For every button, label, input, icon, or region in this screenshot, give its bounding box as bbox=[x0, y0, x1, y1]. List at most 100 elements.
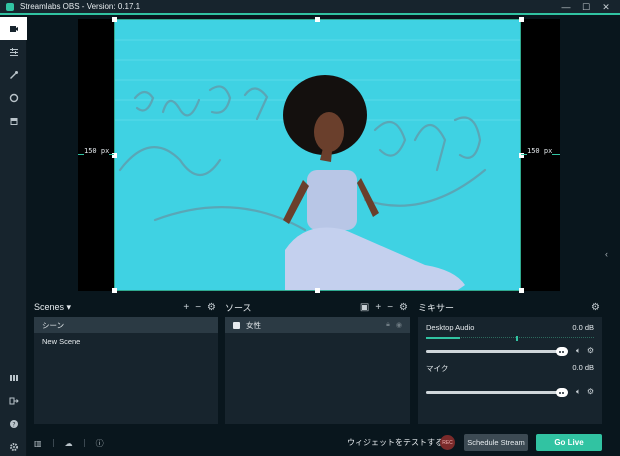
scenes-list: シーン New Scene bbox=[34, 317, 218, 424]
mixer-channel-mic: マイク 0.0 dB 🔈︎ ⚙ bbox=[418, 357, 602, 397]
record-button[interactable]: REC bbox=[440, 435, 455, 450]
scene-item[interactable]: シーン bbox=[34, 317, 218, 333]
mixer-settings-icon bbox=[9, 47, 18, 56]
photo-graphic bbox=[115, 20, 520, 290]
scene-item[interactable]: New Scene bbox=[34, 333, 218, 349]
divider bbox=[52, 439, 54, 447]
remove-scene-button[interactable]: − bbox=[195, 302, 201, 313]
nav-logout[interactable] bbox=[0, 389, 27, 412]
performance-stats-icon[interactable]: ▥ bbox=[34, 439, 42, 448]
audio-level-meter bbox=[426, 336, 594, 341]
mixer-channel-desktop-audio: Desktop Audio 0.0 dB 🔈︎ ⚙ bbox=[418, 317, 602, 357]
source-settings-gear-icon[interactable]: ⚙ bbox=[399, 302, 408, 313]
mixer-toolbar: ⚙ bbox=[591, 302, 600, 313]
logout-icon bbox=[9, 397, 19, 404]
image-source-icon bbox=[233, 321, 240, 329]
channel-db: 0.0 dB bbox=[572, 323, 594, 332]
nav-studio-editor[interactable] bbox=[0, 17, 27, 40]
volume-slider[interactable] bbox=[426, 347, 568, 356]
info-icon[interactable]: ⓘ bbox=[96, 438, 104, 449]
source-item[interactable]: 女性 🔒︎ ◉ bbox=[225, 317, 410, 333]
resize-handle-top-right[interactable] bbox=[519, 17, 524, 22]
mixer-dock: ミキサー ⚙ Desktop Audio 0.0 dB 🔈︎ ⚙ マイク 0.0… bbox=[418, 297, 605, 427]
chevron-left-icon[interactable]: ‹ bbox=[605, 249, 608, 259]
chat-icon bbox=[9, 93, 18, 102]
letterbox-right bbox=[521, 19, 560, 291]
scene-item-label: New Scene bbox=[42, 336, 81, 346]
volume-knob[interactable] bbox=[555, 347, 568, 356]
divider bbox=[83, 439, 85, 447]
footer-bar: ▥ ☁ ⓘ ウィジェットをテストする REC Schedule Stream G… bbox=[27, 430, 620, 456]
test-widgets-button[interactable]: ウィジェットをテストする bbox=[347, 437, 443, 448]
left-navigation: ? bbox=[0, 17, 27, 456]
nav-help[interactable]: ? bbox=[0, 412, 27, 435]
letterbox-left bbox=[78, 19, 114, 291]
settings-icon bbox=[9, 442, 18, 451]
window-title: Streamlabs OBS - Version: 0.17.1 bbox=[20, 2, 141, 11]
volume-knob[interactable] bbox=[555, 388, 568, 397]
sources-list: 女性 🔒︎ ◉ bbox=[225, 317, 410, 424]
visibility-eye-icon[interactable]: ◉ bbox=[396, 321, 402, 329]
themes-icon bbox=[9, 70, 18, 79]
studio-editor-icon bbox=[9, 25, 18, 32]
scenes-toolbar: + − ⚙ bbox=[183, 302, 216, 313]
help-icon: ? bbox=[9, 419, 18, 428]
lock-icon[interactable]: 🔒︎ bbox=[386, 321, 390, 329]
speaker-icon[interactable]: 🔈︎ bbox=[576, 346, 581, 356]
sources-header: ソース ▣ + − ⚙ bbox=[218, 297, 413, 317]
schedule-stream-button[interactable]: Schedule Stream bbox=[464, 434, 528, 451]
minimize-button[interactable]: — bbox=[556, 1, 576, 13]
channel-gear-icon[interactable]: ⚙ bbox=[587, 346, 594, 356]
sources-toolbar: ▣ + − ⚙ bbox=[360, 302, 408, 313]
channel-db: 0.0 dB bbox=[572, 363, 594, 372]
right-distance-label: 150 px bbox=[527, 147, 553, 155]
svg-text:?: ? bbox=[12, 421, 15, 428]
dashboard-icon[interactable]: ☁ bbox=[65, 439, 73, 448]
close-button[interactable]: ✕ bbox=[596, 1, 616, 13]
nav-store[interactable] bbox=[0, 109, 27, 132]
streamlabs-logo-icon bbox=[6, 2, 14, 11]
mixer-title: ミキサー bbox=[418, 302, 455, 313]
scene-settings-gear-icon[interactable]: ⚙ bbox=[207, 302, 216, 313]
nav-chat[interactable] bbox=[0, 86, 27, 109]
channel-gear-icon[interactable]: ⚙ bbox=[587, 387, 594, 397]
go-live-button[interactable]: Go Live bbox=[536, 434, 602, 451]
meter-peak bbox=[516, 336, 518, 341]
meter-level bbox=[426, 337, 460, 339]
remove-source-button[interactable]: − bbox=[387, 302, 393, 313]
nav-themes[interactable] bbox=[0, 63, 27, 86]
nav-settings[interactable] bbox=[0, 435, 27, 456]
mixer-channels: Desktop Audio 0.0 dB 🔈︎ ⚙ マイク 0.0 dB 🔈︎ … bbox=[418, 317, 602, 424]
layout-icon bbox=[9, 374, 18, 381]
resize-handle-top[interactable] bbox=[315, 17, 320, 22]
resize-handle-bottom-right[interactable] bbox=[519, 288, 524, 293]
window-controls: — ☐ ✕ bbox=[556, 1, 616, 13]
channel-tools: 🔈︎ ⚙ bbox=[576, 346, 594, 356]
scenes-title[interactable]: Scenes ▾ bbox=[34, 302, 71, 313]
sources-title: ソース bbox=[225, 302, 252, 313]
add-source-button[interactable]: + bbox=[375, 302, 381, 313]
store-icon bbox=[10, 117, 17, 125]
volume-slider[interactable] bbox=[426, 388, 568, 397]
mixer-header: ミキサー ⚙ bbox=[418, 297, 605, 317]
channel-name: マイク bbox=[426, 364, 449, 373]
stream-preview: 150 px 150 px ‹ bbox=[27, 17, 611, 294]
resize-handle-bottom-left[interactable] bbox=[112, 288, 117, 293]
nav-mixer-settings[interactable] bbox=[0, 40, 27, 63]
volume-fill bbox=[426, 391, 562, 394]
source-item-label: 女性 bbox=[246, 320, 261, 330]
maximize-button[interactable]: ☐ bbox=[576, 1, 596, 13]
nav-layout[interactable] bbox=[0, 366, 27, 389]
scene-item-label: シーン bbox=[42, 320, 65, 330]
resize-handle-top-left[interactable] bbox=[112, 17, 117, 22]
mixer-settings-gear-icon[interactable]: ⚙ bbox=[591, 302, 600, 313]
chevron-down-icon: ▾ bbox=[66, 301, 72, 312]
scenes-header: Scenes ▾ + − ⚙ bbox=[27, 297, 221, 317]
add-scene-button[interactable]: + bbox=[183, 302, 189, 313]
footer-icons: ▥ ☁ ⓘ bbox=[34, 438, 104, 449]
resize-handle-bottom[interactable] bbox=[315, 288, 320, 293]
add-folder-icon[interactable]: ▣ bbox=[360, 302, 369, 313]
source-image-woman[interactable] bbox=[114, 19, 521, 291]
speaker-icon[interactable]: 🔈︎ bbox=[576, 387, 581, 397]
sources-dock: ソース ▣ + − ⚙ 女性 🔒︎ ◉ bbox=[218, 297, 413, 427]
